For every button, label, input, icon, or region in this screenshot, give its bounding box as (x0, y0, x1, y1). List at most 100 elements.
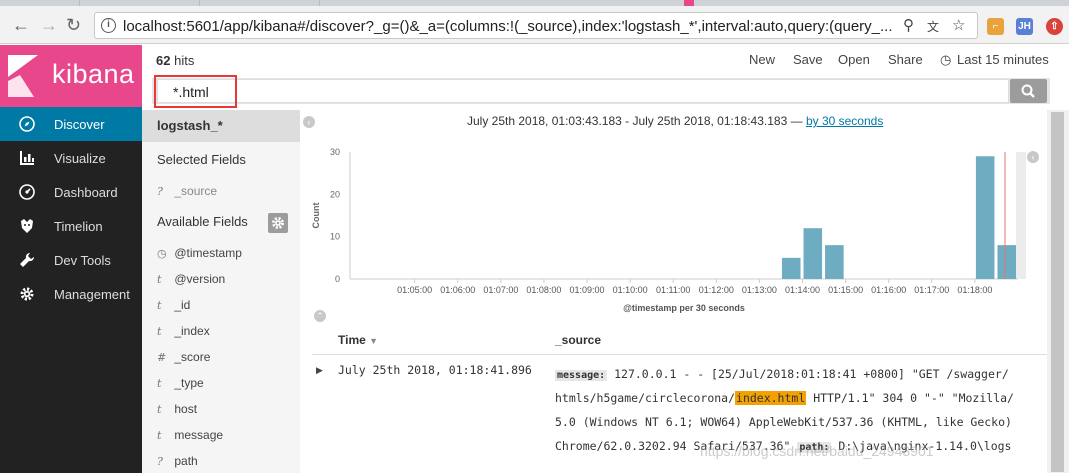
x-tick-label: 01:17:00 (914, 285, 949, 295)
field-item[interactable]: # _score (157, 350, 210, 364)
field-item[interactable]: t _type (157, 376, 204, 390)
source-column-header[interactable]: _source (555, 333, 601, 347)
chart-bar (975, 156, 995, 279)
x-tick-label: 01:13:00 (742, 285, 777, 295)
reload-icon[interactable]: ↻ (66, 15, 81, 35)
timelion-icon (21, 219, 33, 233)
gear-icon (272, 217, 284, 229)
chart-bar (781, 257, 801, 279)
divider (312, 354, 1047, 355)
hits-count: 62 hits (156, 53, 195, 68)
chart-bar (803, 228, 823, 279)
y-axis-label: Count (311, 203, 321, 229)
sidebar-item-label: Discover (54, 117, 105, 132)
field-item[interactable]: ? path (157, 454, 198, 468)
field-item[interactable]: t _id (157, 298, 190, 312)
upload-extension-icon[interactable]: ⇧ (1046, 18, 1063, 35)
scrollbar-thumb[interactable] (1051, 112, 1064, 472)
share-button[interactable]: Share (888, 52, 923, 67)
sidebar-item-label: Timelion (54, 219, 103, 234)
sidebar-item-label: Management (54, 287, 130, 302)
interval-link[interactable]: by 30 seconds (806, 114, 883, 128)
field-item[interactable]: t message (157, 428, 223, 442)
x-tick-label: 01:10:00 (613, 285, 648, 295)
site-info-icon[interactable]: i (101, 18, 116, 33)
new-button[interactable]: New (749, 52, 775, 67)
x-tick-label: 01:12:00 (699, 285, 734, 295)
zoom-icon[interactable]: ⚲ (903, 16, 914, 34)
expand-row-icon[interactable]: ▶ (316, 365, 323, 376)
back-icon[interactable]: ← (12, 15, 30, 35)
index-pattern-selector[interactable]: logstash_* (142, 110, 300, 142)
watermark-text: https://blog.csdn.net/baidu_24943901 (700, 443, 934, 459)
search-input[interactable]: *.html (157, 79, 1009, 103)
translate-icon[interactable]: 文 (927, 18, 939, 35)
address-bar[interactable]: i localhost:5601/app/kibana#/discover?_g… (94, 12, 978, 39)
open-button[interactable]: Open (838, 52, 870, 67)
x-tick-label: 01:05:00 (397, 285, 432, 295)
url-text[interactable]: localhost:5601/app/kibana#/discover?_g=(… (123, 18, 893, 35)
time-range-text: July 25th 2018, 01:03:43.183 - July 25th… (467, 114, 884, 128)
x-tick-label: 01:14:00 (785, 285, 820, 295)
x-axis-label: @timestamp per 30 seconds (623, 303, 745, 313)
x-tick-label: 01:09:00 (570, 285, 605, 295)
field-item[interactable]: t @version (157, 272, 225, 286)
annotation-highlight-box (154, 75, 237, 108)
search-button[interactable] (1010, 79, 1047, 103)
sidebar-item-discover[interactable]: Discover (0, 107, 142, 141)
search-icon (1021, 84, 1035, 98)
field-item[interactable]: t _index (157, 324, 210, 338)
time-column-header[interactable]: Time ▼ (338, 333, 378, 347)
kibana-logo-text: kibana (52, 59, 135, 89)
y-tick-label: 10 (330, 232, 340, 242)
histogram-chart: 0 10 20 30 Count 01:05:00 01:06:00 01:07:00 01:0… (311, 147, 1026, 313)
sidebar-item-label: Dashboard (54, 185, 118, 200)
x-tick-label: 01:07:00 (483, 285, 518, 295)
x-tick-label: 01:18:00 (957, 285, 992, 295)
kibana-logo-icon (8, 55, 38, 97)
clock-icon: ◷ (157, 247, 167, 260)
jh-extension-icon[interactable]: JH (1016, 18, 1033, 35)
y-tick-label: 30 (330, 147, 340, 157)
kibana-sidebar: kibana Discover Visualize Dashboard Time… (0, 45, 142, 473)
x-tick-label: 01:08:00 (526, 285, 561, 295)
selected-fields-title: Selected Fields (157, 152, 246, 167)
search-highlight: index.html (735, 391, 807, 405)
y-tick-label: 20 (330, 189, 340, 199)
available-fields-title: Available Fields (157, 214, 248, 229)
sidebar-item-label: Dev Tools (54, 253, 111, 268)
collapse-sidebar-icon[interactable]: ‹ (303, 116, 315, 128)
field-settings-button[interactable] (268, 213, 288, 233)
save-button[interactable]: Save (793, 52, 823, 67)
x-tick-label: 01:15:00 (828, 285, 863, 295)
doc-timestamp: July 25th 2018, 01:18:41.896 (338, 363, 532, 377)
sidebar-item-visualize[interactable]: Visualize (0, 141, 142, 175)
extension-icon[interactable]: ⌐ (987, 18, 1004, 35)
doc-source-line: 5.0 (Windows NT 6.1; WOW64) AppleWebKit/… (555, 415, 1012, 429)
clock-icon[interactable]: ◷ (940, 52, 951, 68)
field-item[interactable]: t host (157, 402, 197, 416)
field-item[interactable]: ◷ @timestamp (157, 246, 242, 260)
bar-chart-icon (20, 151, 34, 165)
forward-icon[interactable]: → (40, 15, 58, 35)
doc-source-line: htmls/h5game/circlecorona/index.html HTT… (555, 391, 1014, 405)
y-tick-label: 0 (335, 274, 340, 284)
chart-bar (997, 245, 1016, 279)
sidebar-item-management[interactable]: Management (0, 277, 142, 311)
x-tick-label: 01:11:00 (656, 285, 690, 295)
partial-bucket-shade (1016, 152, 1026, 279)
bookmark-star-icon[interactable]: ☆ (952, 16, 965, 34)
field-item[interactable]: ? _source (157, 184, 217, 198)
sidebar-item-dev-tools[interactable]: Dev Tools (0, 243, 142, 277)
sidebar-item-timelion[interactable]: Timelion (0, 209, 142, 243)
sidebar-item-dashboard[interactable]: Dashboard (0, 175, 142, 209)
gear-icon (20, 287, 34, 301)
wrench-icon (20, 252, 35, 267)
timepicker-button[interactable]: Last 15 minutes (957, 52, 1049, 67)
toggle-chart-up-icon[interactable]: ⌃ (314, 310, 326, 322)
sidebar-item-label: Visualize (54, 151, 106, 166)
sort-icon[interactable]: ▼ (369, 336, 378, 346)
kibana-logo[interactable]: kibana (0, 45, 142, 107)
chart-bar (825, 245, 844, 279)
browser-toolbar: ← → ↻ i localhost:5601/app/kibana#/disco… (0, 6, 1069, 44)
